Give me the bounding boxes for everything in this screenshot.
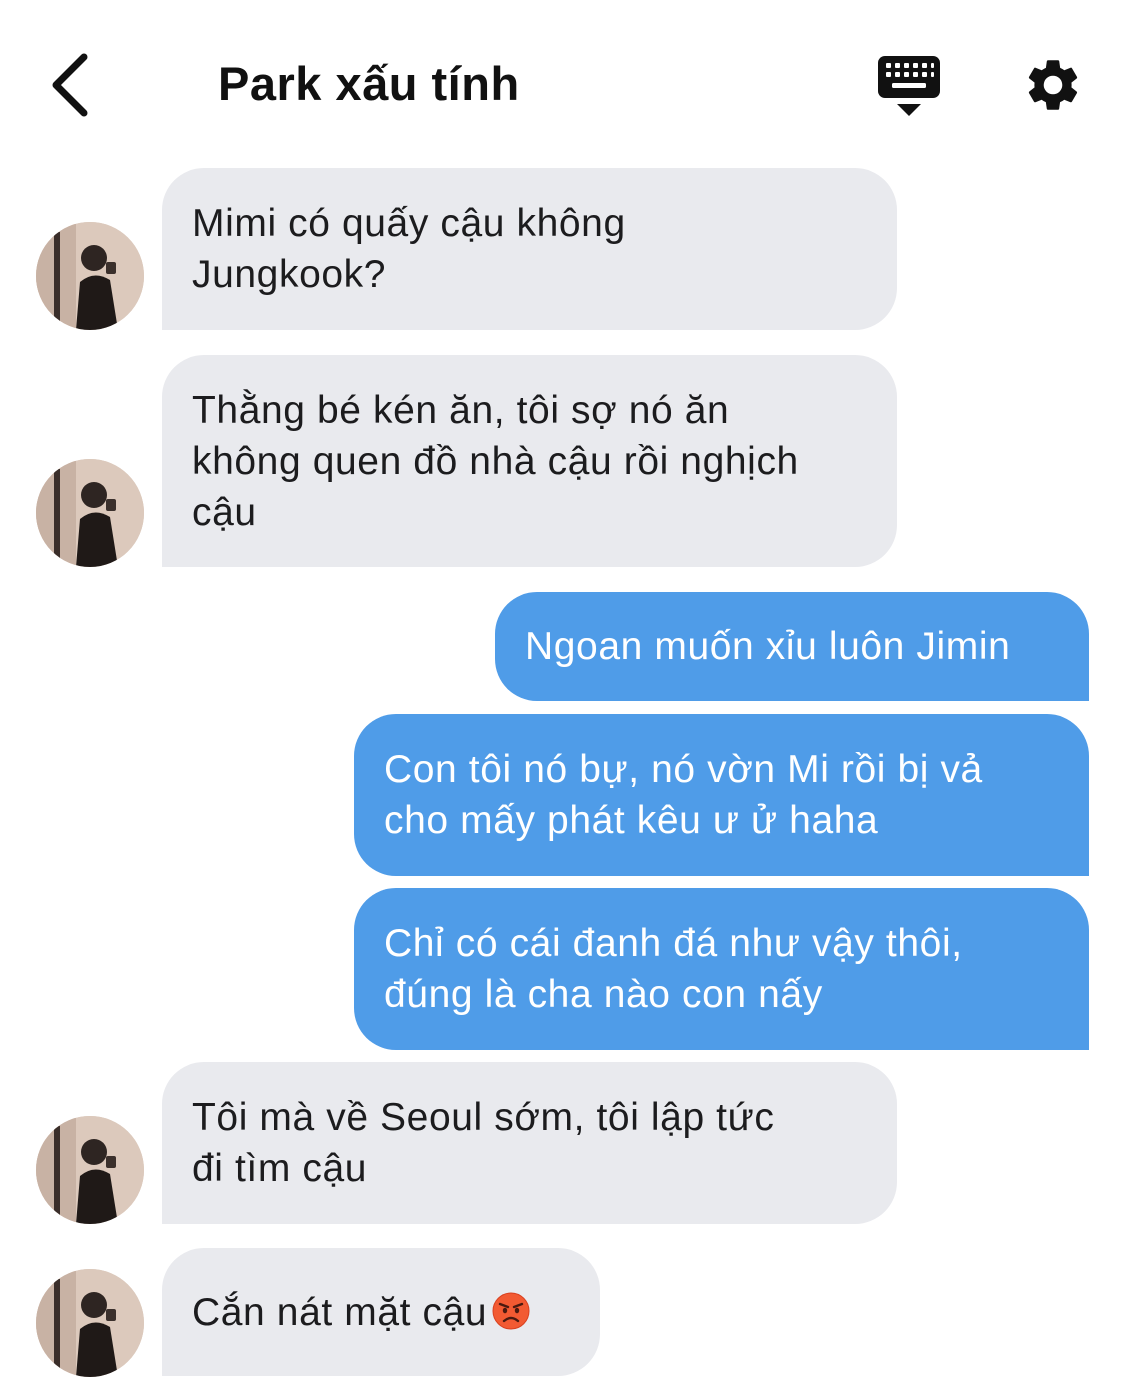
avatar-photo-icon (36, 1116, 144, 1224)
message-text-line: không quen đồ nhà cậu rồi nghịch (192, 439, 799, 483)
message-text-line: Con tôi nó bự, nó vờn Mi rồi bị vả (384, 748, 983, 791)
contact-avatar[interactable] (36, 1116, 144, 1224)
message-text-line: Mimi có quấy cậu không (192, 202, 626, 245)
chat-screen: Park xấu tính Mimi có quấy cậu không Jun… (0, 0, 1125, 1387)
message-text-line: cậu (192, 490, 257, 534)
angry-face-emoji-icon (492, 1292, 530, 1329)
outgoing-message-bubble[interactable]: Con tôi nó bự, nó vờn Mi rồi bị vả cho m… (354, 714, 1089, 876)
message-text-line: đúng là cha nào con nấy (384, 973, 823, 1016)
chat-title: Park xấu tính (218, 57, 520, 110)
contact-avatar[interactable] (36, 1269, 144, 1377)
keyboard-toggle-button[interactable] (875, 54, 945, 120)
incoming-message-bubble[interactable]: Thằng bé kén ăn, tôi sợ nó ăn không quen… (162, 355, 897, 567)
incoming-message-bubble[interactable]: Cắn nát mặt cậu (162, 1248, 600, 1376)
message-text-line: cho mấy phát kêu ư ử haha (384, 799, 879, 842)
avatar-photo-icon (36, 222, 144, 330)
incoming-message-bubble[interactable]: Tôi mà về Seoul sớm, tôi lập tức đi tìm … (162, 1062, 897, 1224)
message-text-line: Cắn nát mặt cậu (192, 1287, 570, 1338)
incoming-message-bubble[interactable]: Mimi có quấy cậu không Jungkook? (162, 168, 897, 330)
message-text: Cắn nát mặt cậu (192, 1290, 488, 1334)
chat-header: Park xấu tính (0, 0, 1125, 160)
contact-avatar[interactable] (36, 222, 144, 330)
message-text-line: Jungkook? (192, 253, 387, 296)
outgoing-message-bubble[interactable]: Ngoan muốn xỉu luôn Jimin (495, 592, 1089, 701)
settings-button[interactable] (1022, 54, 1084, 116)
message-text-line: Tôi mà về Seoul sớm, tôi lập tức (192, 1096, 775, 1139)
keyboard-icon (878, 56, 940, 116)
chevron-left-icon (52, 53, 88, 117)
avatar-photo-icon (36, 459, 144, 567)
message-text-line: Chỉ có cái đanh đá như vậy thôi, (384, 922, 963, 965)
outgoing-message-bubble[interactable]: Chỉ có cái đanh đá như vậy thôi, đúng là… (354, 888, 1089, 1050)
message-text-line: Thằng bé kén ăn, tôi sợ nó ăn (192, 388, 730, 432)
avatar-photo-icon (36, 1269, 144, 1377)
back-button[interactable] (40, 50, 100, 120)
gear-icon (1028, 60, 1078, 110)
message-text-line: đi tìm cậu (192, 1147, 368, 1190)
message-text-line: Ngoan muốn xỉu luôn Jimin (525, 625, 1011, 668)
contact-avatar[interactable] (36, 459, 144, 567)
